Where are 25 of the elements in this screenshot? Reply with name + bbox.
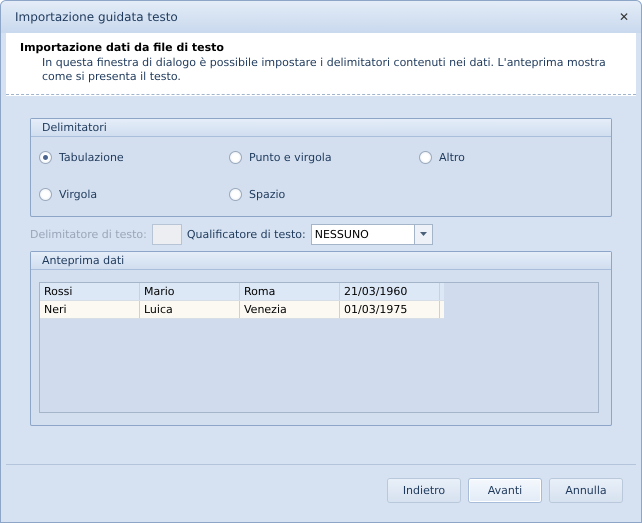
dialog-button[interactable]: Avanti [468, 478, 542, 503]
field-label: Delimitatore di testo: [30, 228, 147, 240]
qualifier-dropdown[interactable]: NESSUNO [310, 224, 433, 244]
radio-button[interactable] [229, 151, 242, 164]
radio-button[interactable] [39, 188, 52, 201]
caret-icon [420, 232, 427, 236]
close-button[interactable]: ✕ [618, 10, 629, 24]
radio-option[interactable]: Virgola [39, 188, 229, 201]
preview-row[interactable]: Rossi Mario Roma 21/03/1960 [40, 283, 444, 301]
dialog-button[interactable]: Indietro [387, 478, 461, 503]
group-title: Delimitatori [31, 119, 611, 137]
radio-option[interactable]: Altro [419, 151, 603, 164]
window-title: Importazione guidata testo [15, 10, 178, 24]
radio-button[interactable] [39, 151, 52, 164]
header-title: Importazione dati da file di testo [20, 41, 225, 54]
radio-option[interactable]: Spazio [229, 188, 419, 201]
field-label: Qualificatore di testo: [186, 228, 306, 240]
preview-row[interactable]: Neri Luica Venezia 01/03/1975 [40, 301, 444, 319]
radio-button[interactable] [419, 151, 432, 164]
radio-option[interactable]: Tabulazione [39, 151, 229, 164]
radio-button[interactable] [229, 188, 242, 201]
dialog-button[interactable]: Annulla [549, 478, 623, 503]
radio-option[interactable]: Punto e virgola [229, 151, 419, 164]
group-title: Anteprima dati [31, 252, 611, 270]
header-description: In questa finestra di dialogo è possibile impostare i delimitatori contenuti nei dati. L'anteprima mostra come si presenta il testo. [41, 56, 607, 84]
